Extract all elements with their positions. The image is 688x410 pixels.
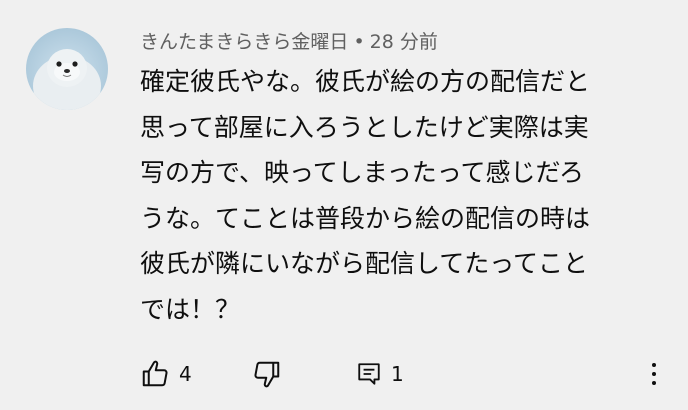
comment-line: では！？ (140, 294, 241, 324)
avatar[interactable] (26, 28, 108, 110)
comment-header: きんたまきらきら金曜日 • 28 分前 (140, 30, 438, 54)
more-vertical-icon (652, 363, 656, 367)
like-button[interactable]: 4 (140, 356, 192, 392)
reply-count: 1 (391, 362, 404, 386)
comment-line: 彼氏が隣にいながら配信してたってこと (140, 249, 589, 278)
comment-line: 確定彼氏やな。彼氏が絵の方の配信だと (140, 67, 591, 96)
comment-line: 思って部屋に入ろうとしたけど実際は実 (140, 112, 589, 142)
comment-line: うな。てことは普段から絵の配信の時は (140, 203, 591, 233)
meta-separator: • (353, 31, 365, 53)
like-count: 4 (179, 362, 192, 386)
comment-reply-icon (358, 363, 380, 385)
comment-text: 確定彼氏やな。彼氏が絵の方の配信だと 思って部屋に入ろうとしたけど実際は実 写の… (140, 59, 660, 332)
author-name[interactable]: きんたまきらきら金曜日 (140, 31, 348, 53)
thumbs-down-icon (254, 361, 280, 388)
dislike-button[interactable] (252, 356, 282, 392)
more-options-button[interactable] (644, 358, 664, 390)
seal-avatar-image (33, 49, 101, 110)
thumbs-up-icon (142, 360, 168, 387)
comment-action-bar: 4 1 (140, 356, 680, 392)
reply-button[interactable]: 1 (356, 356, 404, 392)
comment-line: 写の方で、映ってしまったって感じだろ (140, 158, 585, 187)
comment-timestamp[interactable]: 28 分前 (370, 31, 438, 53)
